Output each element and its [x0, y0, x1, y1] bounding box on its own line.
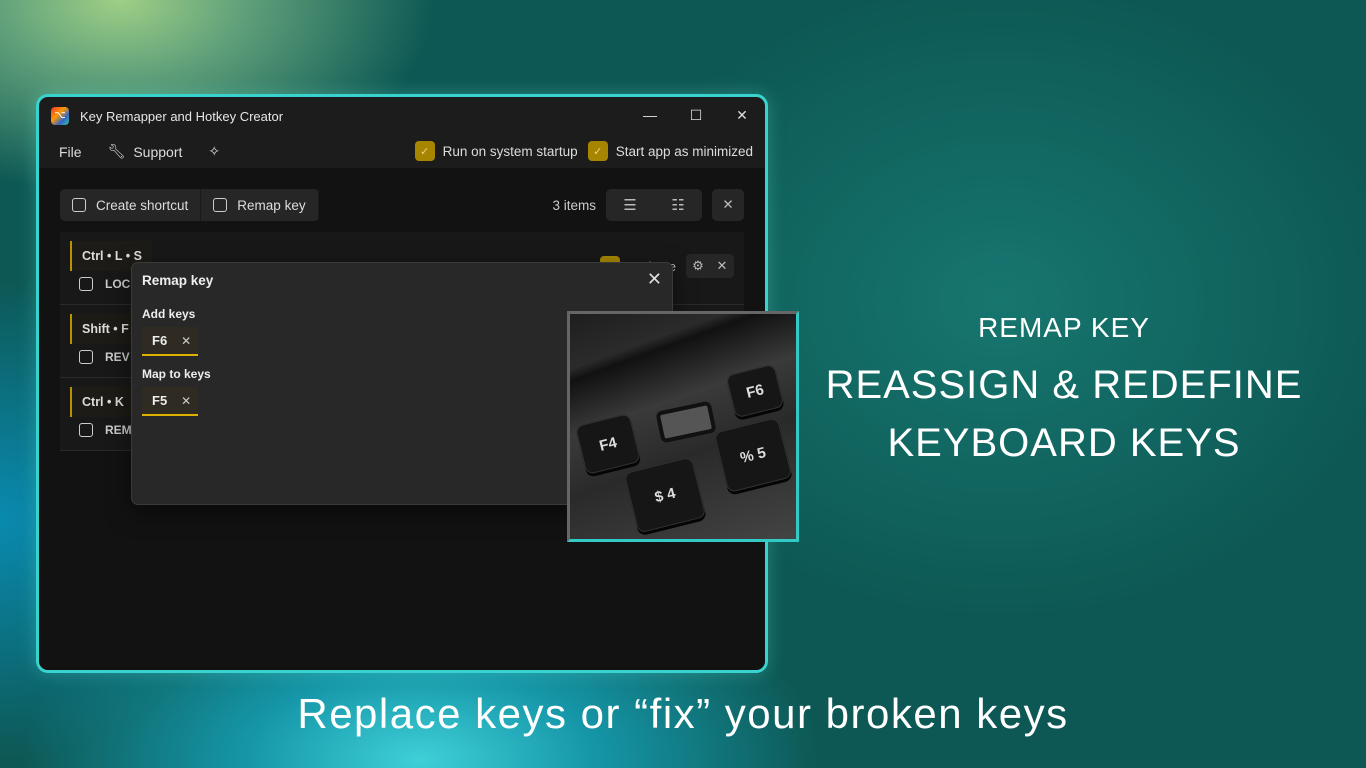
- action-icon: [79, 350, 93, 364]
- action-label: REV: [105, 350, 130, 364]
- key-symbol: %: [738, 446, 756, 467]
- toolbar: Create shortcut Remap key: [60, 189, 319, 221]
- check-icon: ✓: [587, 141, 608, 161]
- key-number: 4: [664, 484, 678, 503]
- minimize-button[interactable]: —: [627, 97, 673, 133]
- action-label: REM: [105, 423, 132, 437]
- keyboard-icon: [213, 198, 228, 212]
- key-number: 5: [755, 443, 768, 463]
- keyboard-icon: [79, 423, 93, 437]
- start-minimized-checkbox[interactable]: ✓ Start app as minimized: [587, 141, 753, 161]
- item-count: 3 items: [552, 197, 596, 213]
- maximize-button[interactable]: ☐: [673, 97, 719, 133]
- theme-button[interactable]: ✧: [208, 143, 220, 160]
- check-icon: ✓: [414, 141, 435, 161]
- key-symbol: $: [652, 487, 666, 506]
- key-combo: Ctrl • K: [70, 387, 134, 417]
- menu-bar: File 🔧︎ Support ✧ ✓ Run on system startup …: [39, 135, 765, 168]
- create-shortcut-button[interactable]: Create shortcut: [60, 189, 202, 221]
- delete-icon[interactable]: ✕: [710, 254, 734, 278]
- close-button[interactable]: ✕: [719, 97, 765, 133]
- run-on-startup-label: Run on system startup: [442, 143, 578, 159]
- start-minimized-label: Start app as minimized: [615, 143, 753, 159]
- key-label: F6: [152, 333, 168, 348]
- missing-key-socket: [655, 400, 717, 444]
- action-icon: [79, 277, 93, 291]
- headline-line-2: KEYBOARD KEYS: [887, 421, 1241, 465]
- action-label: LOC: [105, 277, 131, 291]
- title-bar: ⌥ Key Remapper and Hotkey Creator — ☐ ✕: [39, 97, 765, 135]
- remap-key-label: Remap key: [237, 197, 306, 213]
- map-key-chip[interactable]: F5 ✕: [142, 387, 198, 416]
- wrench-icon: 🔧︎: [107, 143, 126, 159]
- key-combo: Shift • F: [70, 314, 139, 344]
- add-keys-label: Add keys: [142, 307, 196, 321]
- map-keys-label: Map to keys: [142, 367, 211, 381]
- photo-key: F4: [574, 412, 642, 476]
- dialog-title: Remap key: [142, 273, 214, 288]
- menu-file[interactable]: File: [59, 144, 82, 160]
- key-label: F5: [152, 393, 168, 408]
- checklist-icon[interactable]: ☷: [654, 189, 702, 221]
- remove-icon[interactable]: ✕: [181, 394, 191, 408]
- window-title: Key Remapper and Hotkey Creator: [80, 108, 284, 124]
- photo-key: F6: [725, 363, 785, 419]
- menu-support[interactable]: 🔧︎ Support: [108, 143, 183, 160]
- shortcut-icon: [72, 198, 86, 212]
- headline-small: REMAP KEY: [978, 312, 1150, 343]
- headline-line-1: REASSIGN & REDEFINE: [825, 363, 1303, 407]
- app-logo-icon: ⌥: [51, 107, 69, 125]
- dialog-close-button[interactable]: ✕: [647, 269, 662, 290]
- menu-support-label: Support: [133, 143, 183, 160]
- footer-tagline: Replace keys or “fix” your broken keys: [297, 690, 1069, 737]
- headline: REASSIGN & REDEFINE KEYBOARD KEYS: [824, 356, 1304, 472]
- broken-keyboard-photo: F4 F6 $ 4 % 5: [567, 311, 799, 542]
- create-shortcut-label: Create shortcut: [96, 197, 189, 213]
- remap-key-button[interactable]: Remap key: [201, 189, 319, 221]
- remove-icon[interactable]: ✕: [181, 334, 191, 348]
- run-on-startup-checkbox[interactable]: ✓ Run on system startup: [414, 141, 578, 161]
- photo-key: $ 4: [623, 456, 707, 534]
- sparkle-hand-icon: ✧: [208, 143, 221, 159]
- clear-button[interactable]: ✕: [712, 189, 744, 221]
- gear-icon[interactable]: ⚙: [686, 254, 710, 278]
- photo-key: % 5: [713, 416, 793, 494]
- align-list-icon[interactable]: ☰: [606, 189, 654, 221]
- add-key-chip[interactable]: F6 ✕: [142, 327, 198, 356]
